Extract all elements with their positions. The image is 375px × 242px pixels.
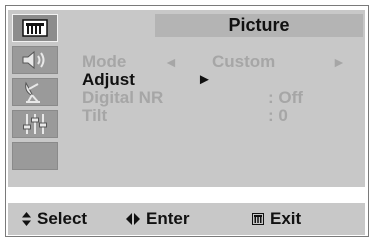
footer-select-label: Select bbox=[37, 209, 88, 228]
sidebar-item-picture[interactable] bbox=[12, 14, 58, 42]
sidebar-item-setup[interactable] bbox=[12, 110, 58, 138]
menu-item-mode[interactable]: Mode ◄ Custom ► bbox=[82, 53, 367, 71]
submenu-arrow-icon: ► bbox=[197, 71, 212, 88]
menu-item-label: Adjust bbox=[82, 70, 135, 89]
page-title: Picture bbox=[228, 15, 290, 35]
settings-sliders-icon bbox=[23, 114, 47, 134]
menu-item-digital-nr[interactable]: Digital NR : Off bbox=[82, 89, 367, 107]
picture-icon bbox=[22, 19, 48, 37]
footer-enter-label: Enter bbox=[146, 209, 190, 228]
menu-item-label: Mode bbox=[82, 52, 127, 71]
footer-enter: Enter bbox=[126, 209, 189, 229]
mode-value: Custom bbox=[212, 52, 276, 71]
tilt-value: : 0 bbox=[268, 106, 288, 125]
sound-icon bbox=[22, 50, 45, 70]
menu-item-adjust[interactable]: Adjust ► bbox=[82, 71, 367, 89]
arrow-left-icon[interactable]: ◄ bbox=[164, 53, 178, 71]
menu-header: Picture bbox=[155, 14, 363, 37]
sidebar-item-empty bbox=[12, 142, 58, 170]
sidebar-item-channel[interactable] bbox=[12, 78, 58, 106]
menu-item-label: Digital NR bbox=[82, 88, 164, 107]
antenna-icon bbox=[25, 81, 40, 103]
sidebar-item-sound[interactable] bbox=[12, 46, 58, 74]
footer-exit-label: Exit bbox=[270, 209, 302, 228]
footer-select: Select bbox=[22, 209, 87, 229]
up-down-icon bbox=[22, 212, 31, 226]
left-right-icon bbox=[126, 213, 140, 225]
sidebar bbox=[12, 14, 62, 184]
footer-exit: Exit bbox=[252, 209, 301, 229]
arrow-right-icon[interactable]: ► bbox=[332, 53, 346, 71]
footer-help-bar: Select Enter Exit bbox=[8, 203, 365, 235]
menu-icon bbox=[252, 213, 264, 225]
menu-item-label: Tilt bbox=[82, 106, 108, 125]
menu-item-tilt[interactable]: Tilt : 0 bbox=[82, 107, 367, 125]
menu-list: Mode ◄ Custom ► Adjust ► Digital NR : Of… bbox=[82, 53, 367, 125]
digital-nr-value: : Off bbox=[268, 88, 303, 107]
